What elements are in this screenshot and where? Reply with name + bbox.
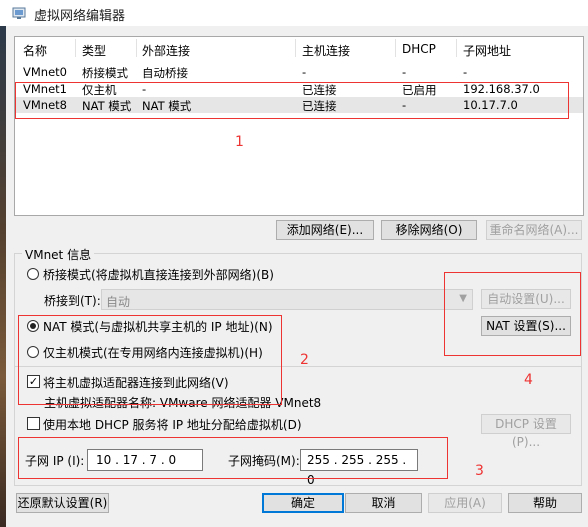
cell-subnet: -: [463, 65, 468, 79]
rename-network-button[interactable]: 重命名网络(A)...: [486, 220, 582, 240]
annotation-box-2: [18, 315, 282, 405]
bridge-mode-radio[interactable]: [27, 268, 39, 280]
annotation-box-1: [15, 82, 569, 119]
col-header-subnet[interactable]: 子网地址: [463, 42, 511, 59]
network-editor-icon: [12, 7, 26, 19]
ok-button[interactable]: 确定: [262, 493, 344, 513]
col-header-dhcp[interactable]: DHCP: [402, 42, 436, 56]
annotation-number-3: 3: [475, 463, 484, 479]
cell-dhcp: -: [402, 65, 407, 79]
use-dhcp-checkbox[interactable]: [27, 417, 40, 430]
title-bar: 虚拟网络编辑器: [0, 0, 588, 26]
remove-network-button[interactable]: 移除网络(O): [381, 220, 477, 240]
cell-type: 桥接模式: [82, 66, 128, 80]
apply-button[interactable]: 应用(A): [428, 493, 502, 513]
annotation-number-1: 1: [235, 134, 244, 150]
vmnet-info-label: VMnet 信息: [22, 246, 95, 263]
cell-host: -: [302, 65, 307, 79]
annotation-number-4: 4: [524, 372, 533, 388]
cell-name: VMnet0: [23, 65, 67, 79]
annotation-box-4: [444, 272, 581, 356]
bridge-to-label: 桥接到(T):: [44, 294, 101, 308]
col-header-type[interactable]: 类型: [82, 42, 106, 59]
col-header-host[interactable]: 主机连接: [302, 42, 350, 59]
cancel-button[interactable]: 取消: [345, 493, 422, 513]
window-title: 虚拟网络编辑器: [34, 9, 126, 24]
annotation-box-3: [18, 437, 448, 479]
network-list[interactable]: 名称 类型 外部连接 主机连接 DHCP 子网地址 VMnet0 桥接模式 自动…: [14, 36, 584, 216]
background-desktop-strip: [0, 26, 6, 527]
use-dhcp-label[interactable]: 使用本地 DHCP 服务将 IP 地址分配给虚拟机(D): [43, 416, 302, 433]
annotation-number-2: 2: [300, 352, 309, 368]
add-network-button[interactable]: 添加网络(E)...: [276, 220, 374, 240]
help-button[interactable]: 帮助: [508, 493, 582, 513]
col-header-external[interactable]: 外部连接: [142, 42, 190, 59]
bridge-mode-label[interactable]: 桥接模式(将虚拟机直接连接到外部网络)(B): [43, 266, 274, 283]
bridge-to-value: 自动: [106, 295, 131, 309]
dhcp-settings-button[interactable]: DHCP 设置(P)...: [481, 414, 571, 449]
cell-external: 自动桥接: [142, 66, 188, 80]
restore-defaults-button[interactable]: 还原默认设置(R): [16, 493, 109, 513]
col-header-name[interactable]: 名称: [23, 42, 47, 59]
bridge-to-select[interactable]: 自动 ▼: [101, 289, 473, 310]
table-row[interactable]: VMnet0 桥接模式 自动桥接 - - -: [15, 64, 583, 80]
